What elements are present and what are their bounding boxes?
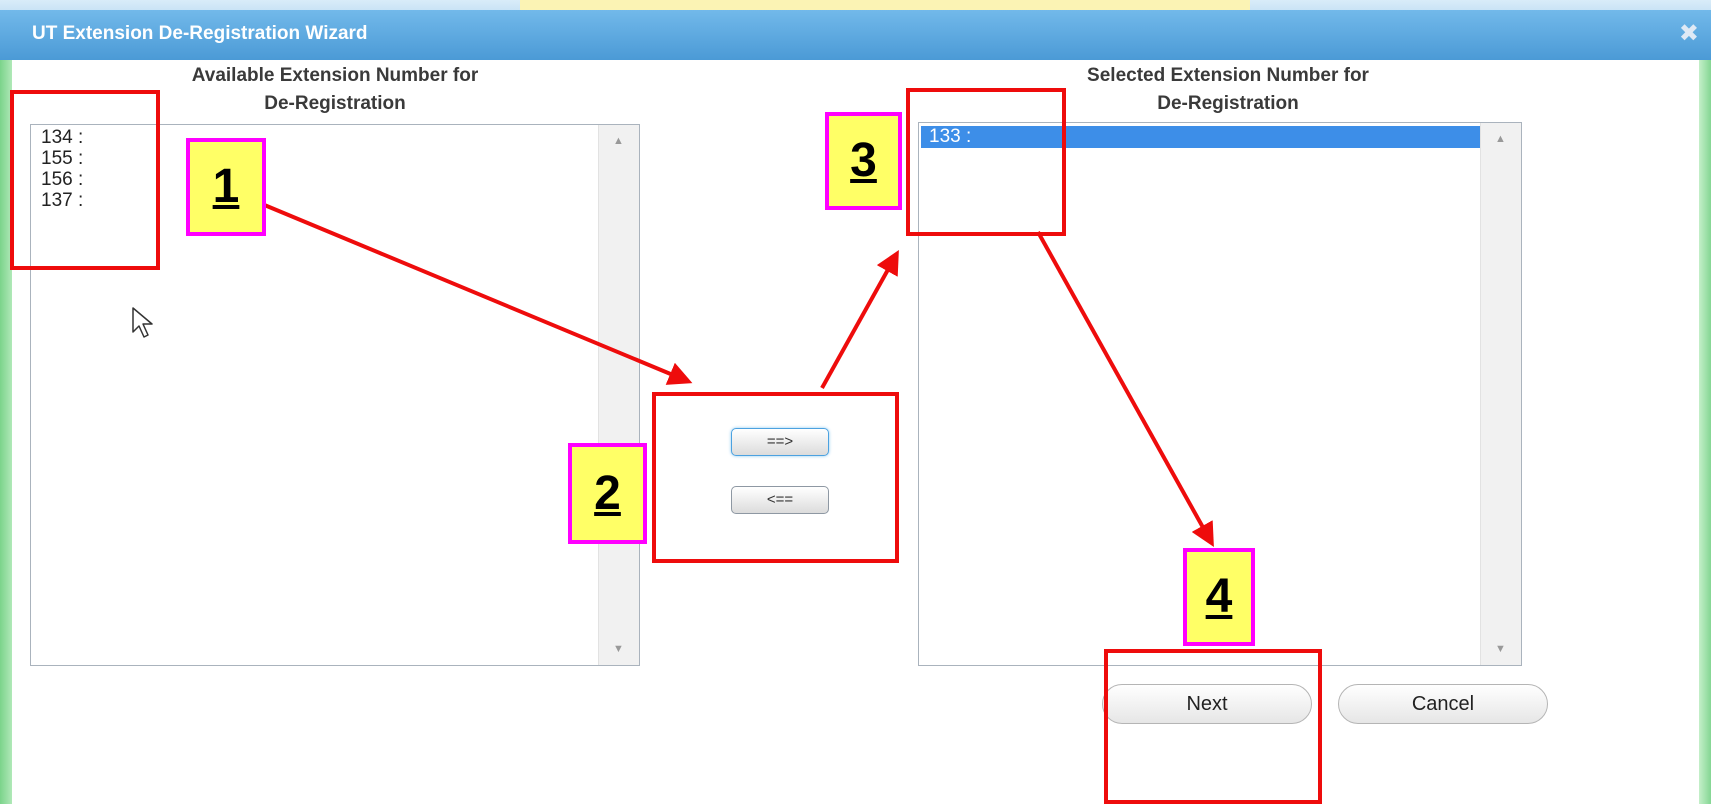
scroll-down-icon[interactable]: ▼ xyxy=(1495,643,1506,655)
scroll-up-icon[interactable]: ▲ xyxy=(1495,133,1506,145)
mouse-cursor-icon xyxy=(132,307,153,338)
highlight-box-available-items xyxy=(10,90,160,270)
highlight-box-move-buttons xyxy=(652,392,899,563)
selected-list-scrollbar[interactable]: ▲ ▼ xyxy=(1480,123,1521,665)
step-callout-3: 3 xyxy=(825,112,902,210)
dialog-title-bar[interactable]: UT Extension De-Registration Wizard ✖ xyxy=(0,10,1711,60)
step-callout-4: 4 xyxy=(1183,548,1255,646)
scroll-up-icon[interactable]: ▲ xyxy=(613,135,624,147)
cancel-button[interactable]: Cancel xyxy=(1338,684,1548,724)
step-callout-1: 1 xyxy=(186,138,266,236)
dialog-title: UT Extension De-Registration Wizard xyxy=(32,23,368,44)
available-list-scrollbar[interactable]: ▲ ▼ xyxy=(598,125,639,665)
step-callout-2: 2 xyxy=(568,443,647,544)
close-icon[interactable]: ✖ xyxy=(1679,19,1699,48)
selected-header-line1: Selected Extension Number for xyxy=(1087,65,1369,86)
scroll-down-icon[interactable]: ▼ xyxy=(613,643,624,655)
highlight-box-next-button xyxy=(1104,649,1322,804)
highlight-box-selected-items xyxy=(906,88,1066,236)
available-header-line1: Available Extension Number for xyxy=(191,65,479,86)
right-background-edge xyxy=(1699,60,1711,804)
